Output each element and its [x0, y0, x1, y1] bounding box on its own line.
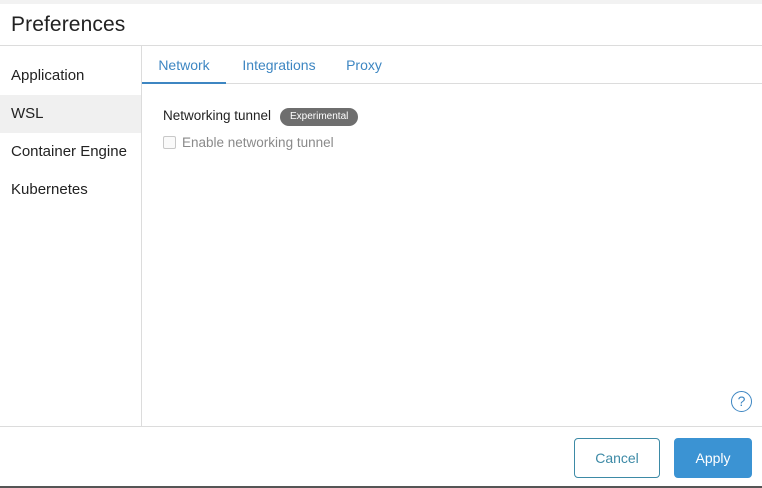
enable-networking-tunnel-label: Enable networking tunnel	[182, 134, 334, 150]
networking-tunnel-label: Networking tunnel	[163, 108, 272, 123]
sidebar-item-kubernetes[interactable]: Kubernetes	[0, 171, 141, 209]
tab-bar: Network Integrations Proxy	[142, 46, 762, 84]
tab-proxy[interactable]: Proxy	[332, 46, 396, 84]
sidebar: Application WSL Container Engine Kuberne…	[0, 46, 142, 426]
tab-integrations[interactable]: Integrations	[226, 46, 332, 84]
enable-networking-tunnel-checkbox[interactable]	[163, 135, 176, 149]
enable-networking-tunnel-row[interactable]: Enable networking tunnel	[163, 133, 334, 151]
question-circle-icon[interactable]: ?	[731, 391, 752, 412]
tab-network[interactable]: Network	[142, 46, 226, 84]
sidebar-item-application[interactable]: Application	[0, 57, 141, 95]
title-bar: Preferences	[0, 4, 762, 46]
footer: Cancel Apply	[0, 426, 762, 488]
main-panel: Network Integrations Proxy Networking tu…	[142, 46, 762, 426]
cancel-button[interactable]: Cancel	[574, 438, 660, 478]
experimental-badge: Experimental	[280, 108, 359, 126]
apply-button[interactable]: Apply	[674, 438, 752, 478]
sidebar-item-wsl[interactable]: WSL	[0, 95, 141, 133]
preferences-window: Preferences Application WSL Container En…	[0, 0, 762, 488]
window-title: Preferences	[11, 13, 126, 36]
sidebar-item-container-engine[interactable]: Container Engine	[0, 133, 141, 171]
